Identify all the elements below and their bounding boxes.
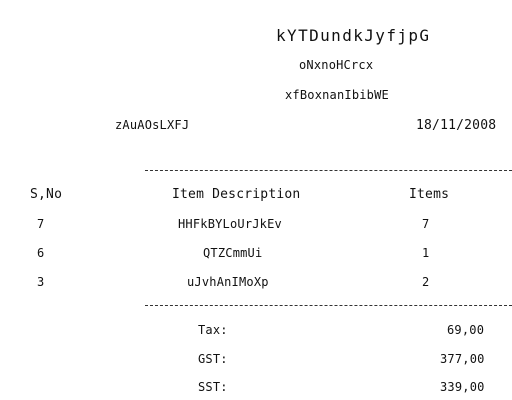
item-description: uJvhAnIMoXp bbox=[187, 275, 269, 289]
column-header-items: Items bbox=[409, 187, 450, 202]
item-quantity: 7 bbox=[422, 217, 430, 231]
store-name: kYTDundkJyfjpG bbox=[276, 26, 431, 45]
tax-label: Tax: bbox=[198, 323, 228, 337]
column-header-description: Item Description bbox=[172, 187, 301, 202]
header-line-1: oNxnoHCrcx bbox=[299, 58, 374, 72]
item-quantity: 2 bbox=[422, 275, 430, 289]
gst-value: 377,00 bbox=[440, 352, 485, 366]
item-sno: 7 bbox=[37, 217, 45, 231]
sst-value: 339,00 bbox=[440, 380, 485, 394]
tax-value: 69,00 bbox=[447, 323, 485, 337]
item-sno: 3 bbox=[37, 275, 45, 289]
item-description: HHFkBYLoUrJkEv bbox=[178, 217, 282, 231]
divider-top bbox=[145, 170, 512, 171]
item-description: QTZCmmUi bbox=[203, 246, 263, 260]
gst-label: GST: bbox=[198, 352, 228, 366]
item-quantity: 1 bbox=[422, 246, 430, 260]
item-sno: 6 bbox=[37, 246, 45, 260]
divider-bottom bbox=[145, 305, 512, 306]
sst-label: SST: bbox=[198, 380, 228, 394]
cashier-name: zAuAOsLXFJ bbox=[115, 118, 190, 132]
column-header-sno: S,No bbox=[30, 187, 63, 202]
header-line-2: xfBoxnanIbibWE bbox=[285, 88, 389, 102]
receipt-date: 18/11/2008 bbox=[416, 118, 497, 133]
